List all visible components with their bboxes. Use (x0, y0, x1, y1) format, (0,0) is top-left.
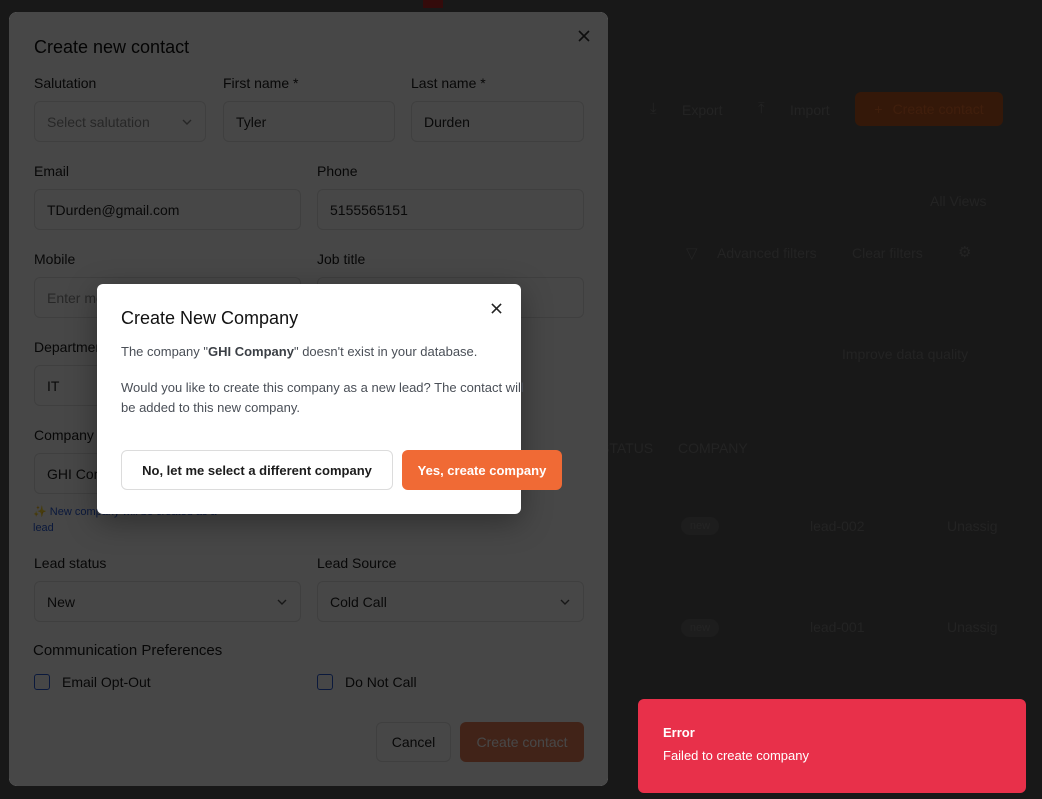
chevron-down-icon (181, 116, 193, 128)
create-company-button[interactable]: Yes, create company (402, 450, 562, 490)
job-title-label: Job title (317, 251, 366, 267)
toast-message: Failed to create company (663, 748, 809, 763)
dialog-title: Create New Company (121, 308, 299, 328)
email-label: Email (34, 163, 70, 179)
lead-status-value: New (47, 593, 76, 610)
toast-title: Error (663, 725, 695, 740)
last-name-field[interactable] (411, 101, 584, 142)
create-contact-submit-button[interactable]: Create contact (460, 722, 584, 762)
do-not-call-checkbox[interactable]: Do Not Call (317, 674, 417, 690)
cancel-button[interactable]: Cancel (376, 722, 451, 762)
message-suffix: " doesn't exist in your database. (293, 344, 478, 359)
mobile-label: Mobile (34, 251, 76, 267)
first-name-label: First name * (223, 75, 299, 91)
phone-field[interactable] (317, 189, 584, 230)
salutation-label: Salutation (34, 75, 97, 91)
first-name-field[interactable] (223, 101, 395, 142)
email-opt-out-label: Email Opt-Out (62, 674, 151, 690)
checkbox-box[interactable] (317, 674, 333, 690)
error-toast[interactable]: Error Failed to create company (638, 699, 1026, 793)
dialog-message-missing-company: The company "GHI Company" doesn't exist … (121, 342, 531, 362)
salutation-placeholder: Select salutation (47, 113, 150, 130)
select-different-company-button[interactable]: No, let me select a different company (121, 450, 393, 490)
modal-title: Create new contact (34, 37, 190, 57)
company-name: GHI Company (208, 344, 294, 359)
do-not-call-label: Do Not Call (345, 674, 417, 690)
phone-label: Phone (317, 163, 358, 179)
last-name-label: Last name * (411, 75, 486, 91)
company-label: Company (34, 427, 94, 443)
create-company-dialog: Create New Company The company "GHI Comp… (97, 284, 562, 514)
lead-status-label: Lead status (34, 555, 107, 571)
email-opt-out-checkbox[interactable]: Email Opt-Out (34, 674, 151, 690)
message-prefix: The company " (121, 344, 208, 359)
checkbox-box[interactable] (34, 674, 50, 690)
communication-preferences-title: Communication Preferences (33, 642, 223, 659)
chevron-down-icon (276, 596, 288, 608)
email-field[interactable] (34, 189, 301, 230)
sparkle-icon: ✨ (33, 506, 47, 518)
dialog-message-create-lead: Would you like to create this company as… (121, 380, 524, 415)
salutation-select[interactable]: Select salutation (34, 101, 206, 142)
lead-status-select[interactable]: New (34, 581, 301, 622)
chevron-down-icon (559, 596, 571, 608)
close-icon[interactable] (487, 299, 505, 317)
close-icon[interactable] (575, 27, 593, 45)
lead-source-label: Lead Source (317, 555, 397, 571)
lead-source-value: Cold Call (330, 593, 387, 610)
lead-source-select[interactable]: Cold Call (317, 581, 584, 622)
